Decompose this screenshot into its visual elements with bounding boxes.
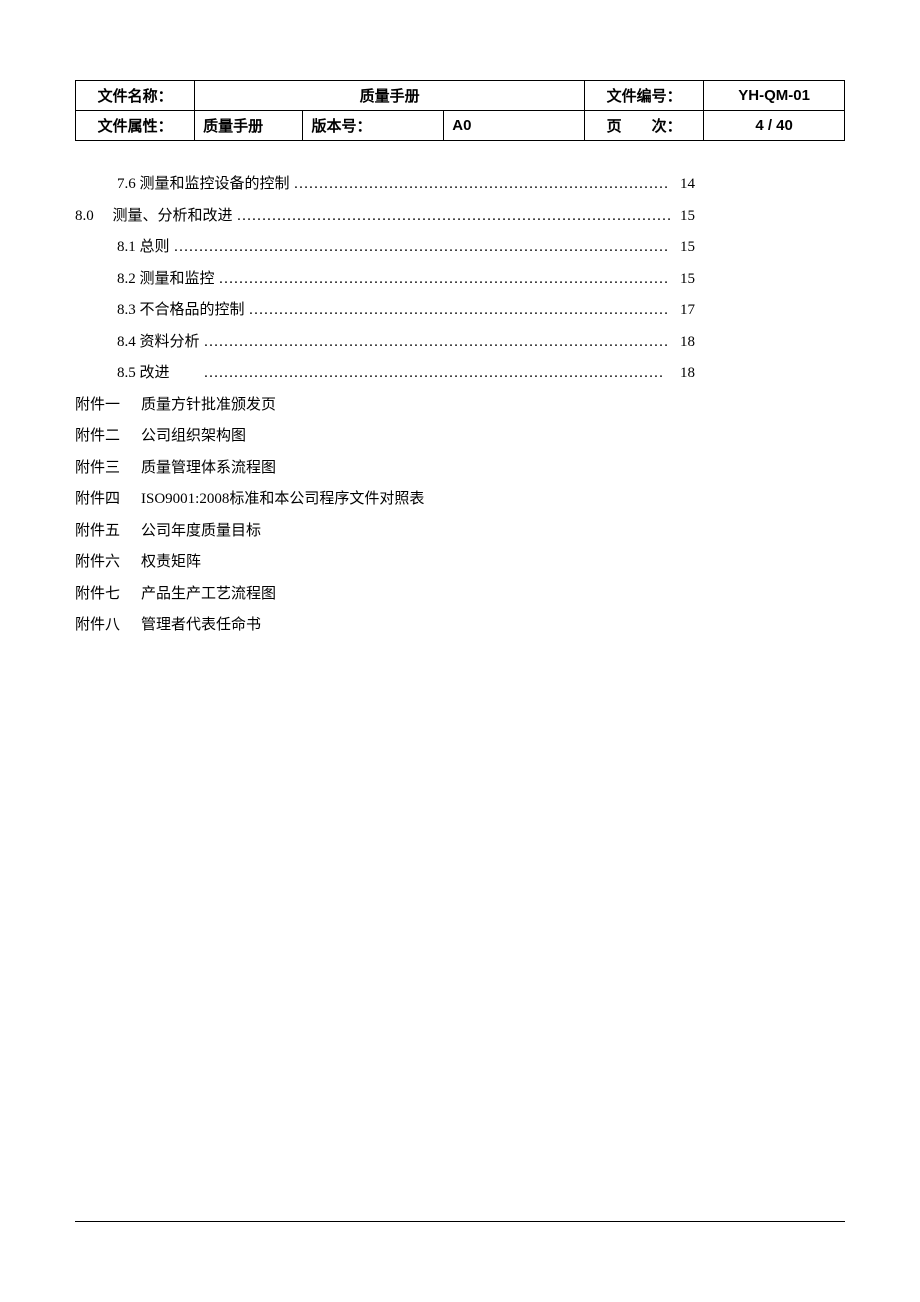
appendix-entry: 附件一质量方针批准颁发页 [75,390,845,422]
toc-entry-label: 8.2 测量和监控 [117,264,215,296]
toc-entry-page: 17 [674,295,695,327]
document-header-table: 文件名称： 质量手册 文件编号： YH-QM-01 文件属性： 质量手册 版本号… [75,80,845,141]
header-version: A0 [444,111,585,141]
appendix-key: 附件四 [75,484,133,516]
toc-entry: 8.1 总则 15 [75,232,695,264]
header-label-doc-name: 文件名称： [76,81,195,111]
appendix-key: 附件五 [75,516,133,548]
appendix-entry: 附件五公司年度质量目标 [75,516,845,548]
toc-entry-page: 18 [674,327,695,359]
appendix-key: 附件三 [75,453,133,485]
header-page: 4 / 40 [704,111,845,141]
header-doc-number: YH-QM-01 [704,81,845,111]
toc-entry: 8.0 测量、分析和改进 15 [75,201,695,233]
toc-entry-page: 15 [674,264,695,296]
toc-entry-page: 18 [667,358,696,390]
appendix-list: 附件一质量方针批准颁发页附件二公司组织架构图附件三质量管理体系流程图附件四ISO… [75,390,845,642]
toc-leader-dots [249,295,670,327]
toc-leader-dots [174,232,670,264]
appendix-value: 质量管理体系流程图 [133,453,276,485]
toc-leader-dots [237,201,670,233]
footer-rule [75,1221,845,1222]
appendix-entry: 附件八管理者代表任命书 [75,610,845,642]
appendix-entry: 附件三质量管理体系流程图 [75,453,845,485]
header-doc-title: 质量手册 [195,81,585,111]
toc-entry-label: 8.4 资料分析 [117,327,200,359]
appendix-value: ISO9001:2008标准和本公司程序文件对照表 [133,484,424,516]
header-doc-attr: 质量手册 [195,111,303,141]
appendix-entry: 附件六权责矩阵 [75,547,845,579]
toc-entry-label: 8.5 改进 [117,358,200,390]
toc-entry-page: 15 [674,201,695,233]
toc-entry: 8.3 不合格品的控制 17 [75,295,695,327]
appendix-key: 附件一 [75,390,133,422]
appendix-value: 公司年度质量目标 [133,516,261,548]
appendix-entry: 附件四ISO9001:2008标准和本公司程序文件对照表 [75,484,845,516]
toc-entry-label: 7.6 测量和监控设备的控制 [117,169,290,201]
toc-leader-dots [204,327,670,359]
toc-entry-label: 8.3 不合格品的控制 [117,295,245,327]
toc-entry: 8.4 资料分析 18 [75,327,695,359]
toc-entry: 7.6 测量和监控设备的控制 14 [75,169,695,201]
appendix-key: 附件二 [75,421,133,453]
toc-leader-dots [219,264,670,296]
appendix-key: 附件八 [75,610,133,642]
toc-entry: 8.5 改进 18 [75,358,695,390]
appendix-value: 产品生产工艺流程图 [133,579,276,611]
appendix-value: 管理者代表任命书 [133,610,261,642]
toc-leader-dots [294,169,670,201]
toc-entry-page: 15 [674,232,695,264]
header-label-doc-attr: 文件属性： [76,111,195,141]
appendix-entry: 附件二公司组织架构图 [75,421,845,453]
toc-entry-label: 8.0 测量、分析和改进 [75,201,233,233]
header-label-doc-number: 文件编号： [585,81,704,111]
appendix-key: 附件六 [75,547,133,579]
table-of-contents: 7.6 测量和监控设备的控制148.0 测量、分析和改进158.1 总则158.… [75,169,845,390]
appendix-value: 权责矩阵 [133,547,201,579]
header-label-page: 页 次： [585,111,704,141]
header-label-version: 版本号： [303,111,444,141]
toc-entry-label: 8.1 总则 [117,232,170,264]
appendix-value: 公司组织架构图 [133,421,246,453]
appendix-key: 附件七 [75,579,133,611]
toc-entry: 8.2 测量和监控 15 [75,264,695,296]
toc-leader-dots [204,358,663,390]
toc-entry-page: 14 [674,169,695,201]
appendix-entry: 附件七产品生产工艺流程图 [75,579,845,611]
appendix-value: 质量方针批准颁发页 [133,390,276,422]
